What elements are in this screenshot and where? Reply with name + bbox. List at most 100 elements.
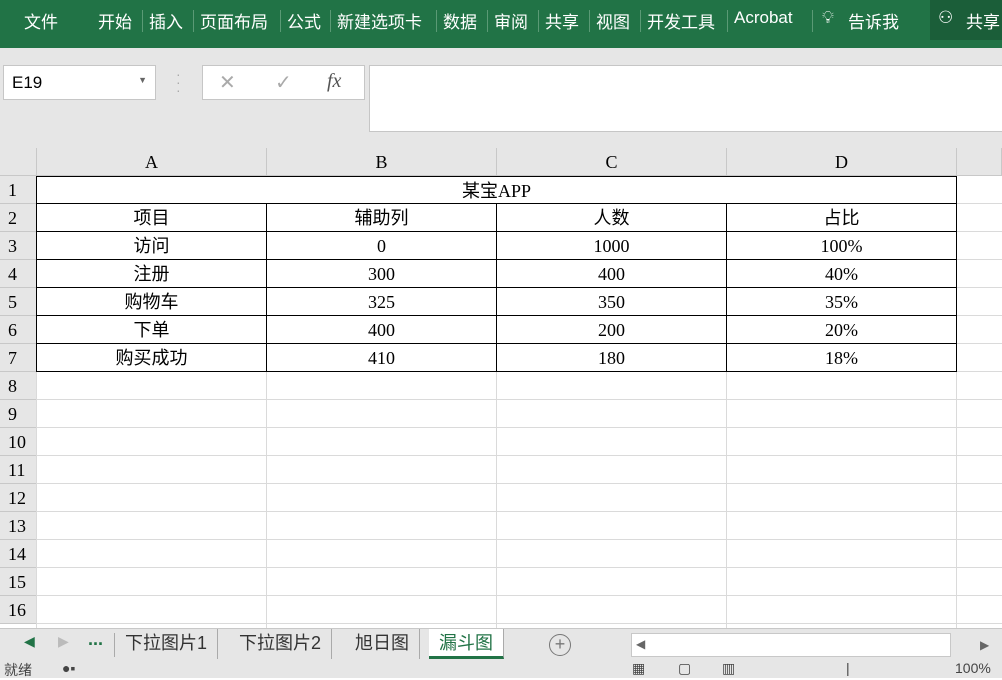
header-cell[interactable]: 占比 xyxy=(727,204,957,232)
row-header-5[interactable]: 5 xyxy=(0,288,37,316)
table-cell[interactable]: 180 xyxy=(497,344,727,372)
gridline xyxy=(37,623,1002,624)
share-label: 共享 xyxy=(966,13,1000,32)
gridline xyxy=(37,399,1002,400)
table-cell[interactable]: 0 xyxy=(267,232,497,260)
tab-data[interactable]: 数据 xyxy=(443,8,477,33)
row-header-9[interactable]: 9 xyxy=(0,400,37,428)
page-break-view-icon[interactable]: ▥ xyxy=(722,660,735,677)
sheet-tab-3[interactable]: 旭日图 xyxy=(345,629,420,659)
table-cell[interactable]: 350 xyxy=(497,288,727,316)
tab-page-layout[interactable]: 页面布局 xyxy=(200,8,268,33)
sheet-tab-1[interactable]: 下拉图片1 xyxy=(115,629,219,659)
sheet-tab-2[interactable]: 下拉图片2 xyxy=(229,629,333,659)
select-all-corner[interactable] xyxy=(0,148,37,176)
tell-me[interactable]: 告诉我 xyxy=(848,8,899,33)
sheet-tab-4-active[interactable]: 漏斗图 xyxy=(429,629,504,659)
column-header-b[interactable]: B xyxy=(267,148,497,176)
gridline xyxy=(37,455,1002,456)
row-header-10[interactable]: 10 xyxy=(0,428,37,456)
tab-share[interactable]: 共享 xyxy=(545,8,579,33)
table-cell[interactable]: 20% xyxy=(727,316,957,344)
table-cell[interactable]: 400 xyxy=(497,260,727,288)
page-layout-view-icon[interactable]: ▢ xyxy=(678,660,691,677)
zoom-level[interactable]: 100% xyxy=(955,660,991,676)
row-header-2[interactable]: 2 xyxy=(0,204,37,232)
table-cell[interactable]: 购物车 xyxy=(37,288,267,316)
tab-new[interactable]: 新建选项卡 xyxy=(337,8,422,33)
table-cell[interactable]: 下单 xyxy=(37,316,267,344)
tab-home[interactable]: 开始 xyxy=(98,8,132,33)
table-cell[interactable]: 访问 xyxy=(37,232,267,260)
header-cell[interactable]: 项目 xyxy=(37,204,267,232)
horizontal-scrollbar[interactable]: ◀ xyxy=(631,633,951,657)
table-cell[interactable]: 300 xyxy=(267,260,497,288)
table-cell[interactable]: 100% xyxy=(727,232,957,260)
zoom-slider[interactable]: | xyxy=(846,660,850,676)
name-box-value: E19 xyxy=(12,73,43,92)
table-cell[interactable]: 35% xyxy=(727,288,957,316)
column-header-e[interactable] xyxy=(957,148,1002,176)
table-cell[interactable]: 400 xyxy=(267,316,497,344)
status-ready: 就绪 xyxy=(4,662,32,678)
share-button[interactable]: ⚇ 共享 xyxy=(930,0,1002,40)
row-header-1[interactable]: 1 xyxy=(0,176,37,204)
tab-review[interactable]: 审阅 xyxy=(494,8,528,33)
column-header-a[interactable]: A xyxy=(37,148,267,176)
tab-view[interactable]: 视图 xyxy=(596,8,630,33)
column-header-d[interactable]: D xyxy=(727,148,957,176)
lightbulb-icon: 💡︎ xyxy=(822,8,834,27)
row-header-16[interactable]: 16 xyxy=(0,596,37,624)
table-cell[interactable]: 18% xyxy=(727,344,957,372)
tab-acrobat[interactable]: Acrobat xyxy=(734,8,793,28)
macro-record-icon[interactable]: ●▪ xyxy=(62,660,75,676)
scroll-right-icon[interactable]: ▶ xyxy=(58,633,69,650)
cancel-icon[interactable]: ✕ xyxy=(219,70,236,95)
row-header-11[interactable]: 11 xyxy=(0,456,37,484)
table-cell[interactable]: 200 xyxy=(497,316,727,344)
tab-formulas[interactable]: 公式 xyxy=(287,8,321,33)
formula-input[interactable] xyxy=(369,65,1002,132)
row-header-8[interactable]: 8 xyxy=(0,372,37,400)
scroll-right-arrow-icon[interactable]: ▶ xyxy=(980,638,989,652)
grip-icon[interactable]: · · · xyxy=(176,67,181,97)
gridline xyxy=(37,483,1002,484)
table-cell[interactable]: 购买成功 xyxy=(37,344,267,372)
formula-buttons: ✕ ✓ fx xyxy=(202,65,365,100)
row-header-4[interactable]: 4 xyxy=(0,260,37,288)
check-icon[interactable]: ✓ xyxy=(275,70,292,95)
gridline xyxy=(37,595,1002,596)
tab-insert[interactable]: 插入 xyxy=(149,8,183,33)
table-cell[interactable]: 1000 xyxy=(497,232,727,260)
spreadsheet-grid[interactable]: A B C D 1 2 3 4 5 6 7 8 9 10 11 12 13 14 15 16 某宝APP 项目辅… xyxy=(0,148,1002,628)
column-header-c[interactable]: C xyxy=(497,148,727,176)
add-sheet-button[interactable]: + xyxy=(549,634,571,656)
scroll-left-arrow-icon[interactable]: ◀ xyxy=(636,637,645,651)
row-header-3[interactable]: 3 xyxy=(0,232,37,260)
table-title-cell[interactable]: 某宝APP xyxy=(37,176,957,204)
more-sheets[interactable]: ... xyxy=(88,629,103,650)
row-header-13[interactable]: 13 xyxy=(0,512,37,540)
table-cell[interactable]: 410 xyxy=(267,344,497,372)
gridline xyxy=(37,427,1002,428)
chevron-down-icon[interactable]: ▼ xyxy=(138,75,147,85)
header-cell[interactable]: 辅助列 xyxy=(267,204,497,232)
normal-view-icon[interactable]: ▦ xyxy=(632,660,645,677)
row-header-15[interactable]: 15 xyxy=(0,568,37,596)
table-cell[interactable]: 325 xyxy=(267,288,497,316)
tab-file[interactable]: 文件 xyxy=(24,8,58,33)
row-header-12[interactable]: 12 xyxy=(0,484,37,512)
header-cell[interactable]: 人数 xyxy=(497,204,727,232)
gridline xyxy=(37,511,1002,512)
table-cell[interactable]: 注册 xyxy=(37,260,267,288)
name-box[interactable]: E19 ▼ xyxy=(3,65,156,100)
fx-icon[interactable]: fx xyxy=(327,70,341,93)
sheet-tab-bar: ◀ ▶ ... 下拉图片1 下拉图片2 旭日图 漏斗图 + ◀ ▶ xyxy=(0,628,1002,660)
table-cell[interactable]: 40% xyxy=(727,260,957,288)
scroll-left-icon[interactable]: ◀ xyxy=(24,633,35,650)
row-header-7[interactable]: 7 xyxy=(0,344,37,372)
tab-developer[interactable]: 开发工具 xyxy=(647,8,715,33)
table-left-border xyxy=(36,176,37,372)
row-header-6[interactable]: 6 xyxy=(0,316,37,344)
row-header-14[interactable]: 14 xyxy=(0,540,37,568)
